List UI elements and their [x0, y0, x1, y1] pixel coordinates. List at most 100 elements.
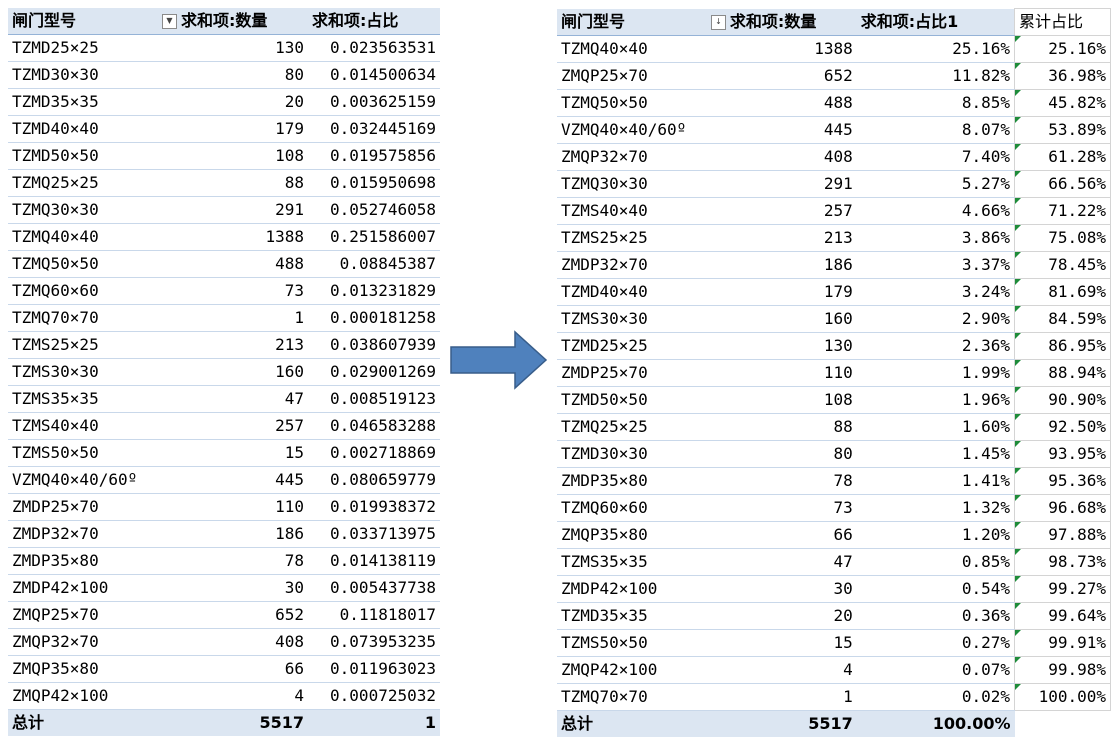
- ratio-cell[interactable]: 0.07%: [856, 656, 1015, 684]
- grand-total-quantity[interactable]: 5517: [706, 710, 857, 737]
- quantity-cell[interactable]: 4: [706, 656, 857, 684]
- ratio-cell[interactable]: 11.82%: [856, 62, 1015, 90]
- gate-model-cell[interactable]: ZMDP35×80: [557, 467, 707, 495]
- ratio-cell[interactable]: 0.019938372: [308, 493, 440, 521]
- ratio-cell[interactable]: 4.66%: [856, 197, 1015, 225]
- ratio-cell[interactable]: 0.033713975: [308, 520, 440, 548]
- cumulative-ratio-cell[interactable]: 99.91%: [1014, 629, 1111, 657]
- ratio-cell[interactable]: 0.08845387: [308, 250, 440, 278]
- ratio-cell[interactable]: 3.24%: [856, 278, 1015, 306]
- quantity-cell[interactable]: 213: [158, 331, 308, 359]
- quantity-cell[interactable]: 291: [158, 196, 308, 224]
- gate-model-cell[interactable]: TZMS30×30: [8, 358, 158, 386]
- quantity-cell[interactable]: 186: [706, 251, 857, 279]
- quantity-cell[interactable]: 160: [158, 358, 308, 386]
- ratio-cell[interactable]: 2.36%: [856, 332, 1015, 360]
- ratio-cell[interactable]: 8.07%: [856, 116, 1015, 144]
- quantity-cell[interactable]: 110: [158, 493, 308, 521]
- gate-model-cell[interactable]: ZMQP32×70: [557, 143, 707, 171]
- ratio-cell[interactable]: 0.11818017: [308, 601, 440, 629]
- gate-model-cell[interactable]: ZMDP32×70: [8, 520, 158, 548]
- gate-model-cell[interactable]: ZMDP25×70: [557, 359, 707, 387]
- quantity-cell[interactable]: 179: [706, 278, 857, 306]
- ratio-cell[interactable]: 3.37%: [856, 251, 1015, 279]
- cumulative-ratio-cell[interactable]: 95.36%: [1014, 467, 1111, 495]
- quantity-cell[interactable]: 66: [706, 521, 857, 549]
- ratio-cell[interactable]: 0.003625159: [308, 88, 440, 116]
- ratio-cell[interactable]: 1.20%: [856, 521, 1015, 549]
- gate-model-cell[interactable]: TZMD25×25: [8, 34, 158, 62]
- quantity-cell[interactable]: 179: [158, 115, 308, 143]
- cumulative-ratio-cell[interactable]: 99.27%: [1014, 575, 1111, 603]
- ratio-cell[interactable]: 0.85%: [856, 548, 1015, 576]
- ratio-cell[interactable]: 0.000181258: [308, 304, 440, 332]
- gate-model-cell[interactable]: TZMD50×50: [557, 386, 707, 414]
- cumulative-ratio-cell[interactable]: 90.90%: [1014, 386, 1111, 414]
- header-cumulative-ratio[interactable]: 累计占比: [1014, 8, 1111, 36]
- gate-model-cell[interactable]: TZMQ40×40: [557, 35, 707, 63]
- quantity-cell[interactable]: 47: [158, 385, 308, 413]
- quantity-cell[interactable]: 108: [158, 142, 308, 170]
- quantity-cell[interactable]: 88: [158, 169, 308, 197]
- gate-model-cell[interactable]: TZMD40×40: [8, 115, 158, 143]
- gate-model-cell[interactable]: TZMD40×40: [557, 278, 707, 306]
- ratio-cell[interactable]: 2.90%: [856, 305, 1015, 333]
- quantity-cell[interactable]: 73: [706, 494, 857, 522]
- ratio-cell[interactable]: 0.013231829: [308, 277, 440, 305]
- ratio-cell[interactable]: 1.32%: [856, 494, 1015, 522]
- ratio-cell[interactable]: 0.54%: [856, 575, 1015, 603]
- gate-model-cell[interactable]: TZMS25×25: [557, 224, 707, 252]
- gate-model-cell[interactable]: TZMS50×50: [8, 439, 158, 467]
- quantity-cell[interactable]: 1388: [158, 223, 308, 251]
- gate-model-cell[interactable]: TZMQ60×60: [8, 277, 158, 305]
- gate-model-cell[interactable]: ZMDP42×100: [557, 575, 707, 603]
- quantity-cell[interactable]: 30: [706, 575, 857, 603]
- gate-model-cell[interactable]: ZMQP35×80: [557, 521, 707, 549]
- quantity-cell[interactable]: 186: [158, 520, 308, 548]
- quantity-cell[interactable]: 130: [158, 34, 308, 62]
- header-sum-quantity[interactable]: ↓ 求和项:数量: [706, 8, 857, 36]
- ratio-cell[interactable]: 0.080659779: [308, 466, 440, 494]
- sort-descending-icon[interactable]: ↓: [710, 14, 726, 30]
- gate-model-cell[interactable]: TZMD50×50: [8, 142, 158, 170]
- quantity-cell[interactable]: 20: [158, 88, 308, 116]
- gate-model-cell[interactable]: ZMDP35×80: [8, 547, 158, 575]
- gate-model-cell[interactable]: ZMQP35×80: [8, 655, 158, 683]
- quantity-cell[interactable]: 1388: [706, 35, 857, 63]
- ratio-cell[interactable]: 0.011963023: [308, 655, 440, 683]
- cumulative-ratio-cell[interactable]: 100.00%: [1014, 683, 1111, 711]
- cumulative-ratio-cell[interactable]: 93.95%: [1014, 440, 1111, 468]
- ratio-cell[interactable]: 0.015950698: [308, 169, 440, 197]
- cumulative-ratio-cell[interactable]: 25.16%: [1014, 35, 1111, 63]
- gate-model-cell[interactable]: TZMQ30×30: [8, 196, 158, 224]
- ratio-cell[interactable]: 0.005437738: [308, 574, 440, 602]
- gate-model-cell[interactable]: TZMQ70×70: [557, 683, 707, 711]
- cumulative-ratio-cell[interactable]: 36.98%: [1014, 62, 1111, 90]
- gate-model-cell[interactable]: ZMQP25×70: [8, 601, 158, 629]
- gate-model-cell[interactable]: TZMS35×35: [8, 385, 158, 413]
- header-sum-quantity[interactable]: ▼ 求和项:数量: [158, 8, 308, 35]
- grand-total-quantity[interactable]: 5517: [158, 709, 308, 736]
- cumulative-ratio-cell[interactable]: 99.64%: [1014, 602, 1111, 630]
- ratio-cell[interactable]: 3.86%: [856, 224, 1015, 252]
- gate-model-cell[interactable]: TZMD35×35: [8, 88, 158, 116]
- grand-total-ratio[interactable]: 100.00%: [856, 710, 1015, 737]
- ratio-cell[interactable]: 1.60%: [856, 413, 1015, 441]
- ratio-cell[interactable]: 0.36%: [856, 602, 1015, 630]
- quantity-cell[interactable]: 88: [706, 413, 857, 441]
- quantity-cell[interactable]: 160: [706, 305, 857, 333]
- quantity-cell[interactable]: 73: [158, 277, 308, 305]
- gate-model-cell[interactable]: TZMS30×30: [557, 305, 707, 333]
- cumulative-ratio-cell[interactable]: 99.98%: [1014, 656, 1111, 684]
- cumulative-ratio-cell[interactable]: 53.89%: [1014, 116, 1111, 144]
- quantity-cell[interactable]: 15: [706, 629, 857, 657]
- gate-model-cell[interactable]: TZMQ25×25: [557, 413, 707, 441]
- gate-model-cell[interactable]: TZMD35×35: [557, 602, 707, 630]
- cumulative-ratio-cell[interactable]: 88.94%: [1014, 359, 1111, 387]
- ratio-cell[interactable]: 1.99%: [856, 359, 1015, 387]
- gate-model-cell[interactable]: TZMD30×30: [557, 440, 707, 468]
- gate-model-cell[interactable]: TZMD30×30: [8, 61, 158, 89]
- quantity-cell[interactable]: 445: [706, 116, 857, 144]
- ratio-cell[interactable]: 25.16%: [856, 35, 1015, 63]
- quantity-cell[interactable]: 488: [158, 250, 308, 278]
